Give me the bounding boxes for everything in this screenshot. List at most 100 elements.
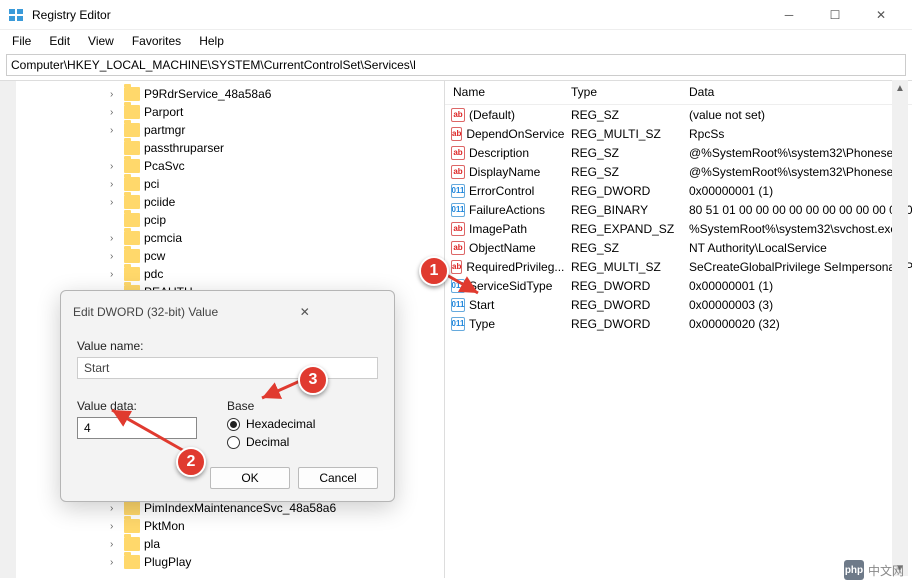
reg-bin-icon: 011 xyxy=(451,279,465,293)
col-name[interactable]: Name xyxy=(445,81,563,104)
address-text: Computer\HKEY_LOCAL_MACHINE\SYSTEM\Curre… xyxy=(11,58,416,72)
folder-icon xyxy=(124,231,140,245)
title-bar: Registry Editor ─ ☐ ✕ xyxy=(0,0,912,30)
callout-2: 2 xyxy=(176,447,206,477)
radio-hexadecimal[interactable]: Hexadecimal xyxy=(227,417,315,431)
col-type[interactable]: Type xyxy=(563,81,681,104)
dialog-title: Edit DWORD (32-bit) Value xyxy=(73,305,228,319)
value-row[interactable]: abObjectNameREG_SZNT Authority\LocalServ… xyxy=(445,238,912,257)
value-data: (value not set) xyxy=(681,108,912,122)
tree-item[interactable]: ›pciide xyxy=(18,193,444,211)
values-pane[interactable]: Name Type Data ab(Default)REG_SZ(value n… xyxy=(445,81,912,578)
tree-item[interactable]: ›P9RdrService_48a58a6 xyxy=(18,85,444,103)
value-type: REG_SZ xyxy=(563,165,681,179)
value-data-input[interactable]: 4 xyxy=(77,417,197,439)
menu-bar: File Edit View Favorites Help xyxy=(0,30,912,52)
callout-1: 1 xyxy=(419,256,449,286)
value-row[interactable]: 011ErrorControlREG_DWORD0x00000001 (1) xyxy=(445,181,912,200)
dialog-close-button[interactable]: ✕ xyxy=(228,303,383,321)
menu-edit[interactable]: Edit xyxy=(41,32,78,50)
reg-str-icon: ab xyxy=(451,222,465,236)
window-scrollbar[interactable]: ▲ ▼ xyxy=(892,80,908,576)
tree-item[interactable]: ›partmgr xyxy=(18,121,444,139)
scroll-up-icon[interactable]: ▲ xyxy=(893,80,907,96)
reg-bin-icon: 011 xyxy=(451,317,465,331)
folder-icon xyxy=(124,501,140,515)
watermark-logo: php xyxy=(844,560,864,580)
tree-item[interactable]: › PktMon xyxy=(18,517,444,535)
cancel-button[interactable]: Cancel xyxy=(298,467,378,489)
tree-item[interactable]: ›pcmcia xyxy=(18,229,444,247)
regedit-icon xyxy=(8,7,24,23)
value-row[interactable]: abRequiredPrivileg...REG_MULTI_SZSeCreat… xyxy=(445,257,912,276)
callout-3: 3 xyxy=(298,365,328,395)
tree-item[interactable]: pcip xyxy=(18,211,444,229)
value-type: REG_SZ xyxy=(563,146,681,160)
tree-label: pciide xyxy=(144,195,175,209)
value-name: ObjectName xyxy=(469,241,536,255)
tree-item[interactable]: ›pla xyxy=(18,535,444,553)
value-name-field[interactable]: Start xyxy=(77,357,378,379)
reg-bin-icon: 011 xyxy=(451,203,465,217)
tree-item[interactable]: › pci xyxy=(18,175,444,193)
chevron-right-icon: › xyxy=(110,89,120,100)
col-data[interactable]: Data xyxy=(681,81,912,104)
value-data: RpcSs xyxy=(681,127,912,141)
value-row[interactable]: 011FailureActionsREG_BINARY80 51 01 00 0… xyxy=(445,200,912,219)
tree-label: pci xyxy=(144,177,159,191)
value-row[interactable]: 011TypeREG_DWORD0x00000020 (32) xyxy=(445,314,912,333)
value-data: @%SystemRoot%\system32\Phoneserv xyxy=(681,165,912,179)
edit-dword-dialog: Edit DWORD (32-bit) Value ✕ Value name: … xyxy=(60,290,395,502)
menu-help[interactable]: Help xyxy=(191,32,232,50)
value-type: REG_DWORD xyxy=(563,184,681,198)
chevron-right-icon: › xyxy=(110,521,120,532)
value-row[interactable]: 011StartREG_DWORD0x00000003 (3) xyxy=(445,295,912,314)
radio-dot-icon xyxy=(227,436,240,449)
value-row[interactable]: ab(Default)REG_SZ(value not set) xyxy=(445,105,912,124)
value-type: REG_DWORD xyxy=(563,317,681,331)
tree-label: pcw xyxy=(144,249,165,263)
folder-icon xyxy=(124,213,140,227)
maximize-button[interactable]: ☐ xyxy=(812,0,858,30)
value-name: DependOnService xyxy=(466,127,564,141)
value-name: Start xyxy=(469,298,494,312)
value-type: REG_MULTI_SZ xyxy=(563,260,681,274)
tree-label: PktMon xyxy=(144,519,185,533)
minimize-button[interactable]: ─ xyxy=(766,0,812,30)
folder-icon xyxy=(124,519,140,533)
value-row[interactable]: abDisplayNameREG_SZ@%SystemRoot%\system3… xyxy=(445,162,912,181)
reg-str-icon: ab xyxy=(451,146,465,160)
tree-label: passthruparser xyxy=(144,141,224,155)
chevron-right-icon: › xyxy=(110,503,120,514)
tree-item[interactable]: ›PlugPlay xyxy=(18,553,444,571)
value-row[interactable]: abImagePathREG_EXPAND_SZ%SystemRoot%\sys… xyxy=(445,219,912,238)
chevron-right-icon: › xyxy=(110,233,120,244)
chevron-right-icon: › xyxy=(110,179,120,190)
menu-favorites[interactable]: Favorites xyxy=(124,32,189,50)
value-name: FailureActions xyxy=(469,203,545,217)
tree-scrollbar[interactable] xyxy=(0,81,16,578)
list-header[interactable]: Name Type Data xyxy=(445,81,912,105)
radio-decimal[interactable]: Decimal xyxy=(227,435,315,449)
menu-file[interactable]: File xyxy=(4,32,39,50)
ok-button[interactable]: OK xyxy=(210,467,290,489)
value-row[interactable]: abDescriptionREG_SZ@%SystemRoot%\system3… xyxy=(445,143,912,162)
folder-icon xyxy=(124,105,140,119)
close-button[interactable]: ✕ xyxy=(858,0,904,30)
tree-item[interactable]: ›pdc xyxy=(18,265,444,283)
tree-item[interactable]: ›Parport xyxy=(18,103,444,121)
window-title: Registry Editor xyxy=(32,8,766,22)
value-name: Description xyxy=(469,146,529,160)
folder-icon xyxy=(124,123,140,137)
address-bar[interactable]: Computer\HKEY_LOCAL_MACHINE\SYSTEM\Curre… xyxy=(6,54,906,76)
menu-view[interactable]: View xyxy=(80,32,122,50)
chevron-right-icon: › xyxy=(110,539,120,550)
value-row[interactable]: 011ServiceSidTypeREG_DWORD0x00000001 (1) xyxy=(445,276,912,295)
tree-item[interactable]: passthruparser xyxy=(18,139,444,157)
tree-item[interactable]: ›PcaSvc xyxy=(18,157,444,175)
value-row[interactable]: abDependOnServiceREG_MULTI_SZRpcSs xyxy=(445,124,912,143)
chevron-right-icon: › xyxy=(110,161,120,172)
tree-item[interactable]: ›pcw xyxy=(18,247,444,265)
value-data: NT Authority\LocalService xyxy=(681,241,912,255)
value-data: %SystemRoot%\system32\svchost.exe - xyxy=(681,222,912,236)
